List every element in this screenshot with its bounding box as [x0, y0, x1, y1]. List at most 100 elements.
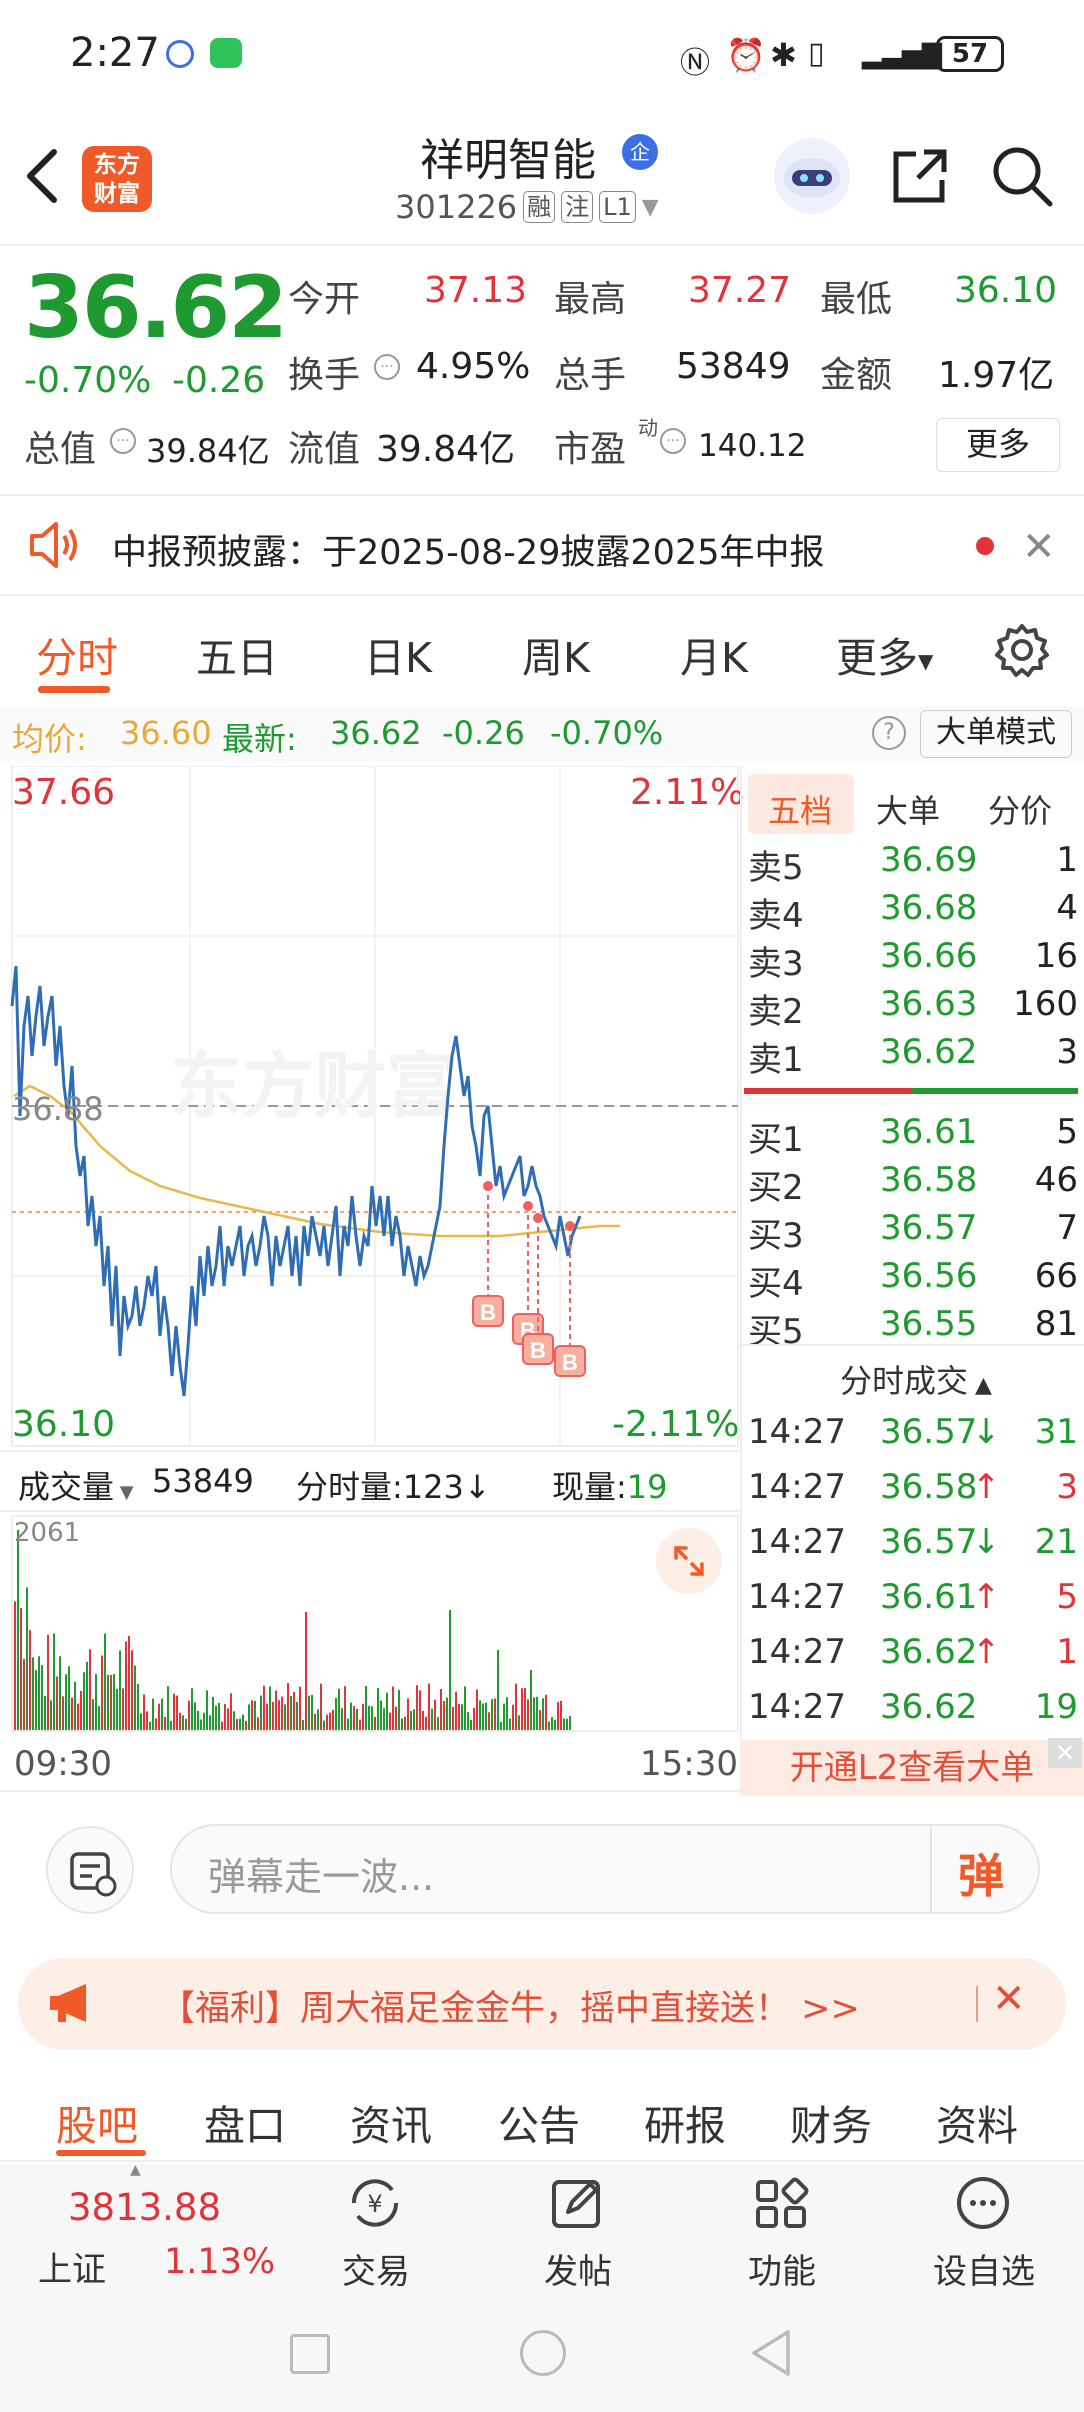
ask-row[interactable]: 卖3 36.66 16: [748, 936, 1078, 984]
nav-post[interactable]: 发帖: [508, 2244, 648, 2293]
ob-tab-price-dist[interactable]: 分价: [988, 786, 1052, 832]
nav-trade[interactable]: 交易: [306, 2244, 446, 2293]
tab-research[interactable]: 研报: [644, 2092, 726, 2152]
tab-more[interactable]: 更多▼: [836, 624, 933, 684]
volume-bar: [500, 1721, 502, 1730]
tab-daily-k[interactable]: 日K: [364, 624, 432, 684]
tab-5day[interactable]: 五日: [196, 624, 278, 684]
tab-intraday[interactable]: 分时: [36, 624, 118, 684]
tab-announcements[interactable]: 公告: [498, 2092, 580, 2152]
ask-row[interactable]: 卖1 36.62 3: [748, 1032, 1078, 1080]
danmaku-send-button[interactable]: 弹: [958, 1840, 1004, 1906]
search-icon[interactable]: [990, 144, 1054, 208]
info-icon[interactable]: ···: [374, 354, 400, 380]
danmaku-settings-icon[interactable]: [46, 1826, 134, 1914]
ob-tab-five-level[interactable]: 五档: [768, 786, 832, 832]
volume-bar: [83, 1672, 85, 1730]
home-button[interactable]: [520, 2330, 566, 2376]
l2-upgrade-banner[interactable]: 开通L2查看大单: [740, 1740, 1084, 1796]
promo-text: 【福利】周大福足金金牛，摇中直接送！ >>: [160, 1989, 860, 2029]
ob-tab-big-order[interactable]: 大单: [876, 786, 940, 832]
trade-quantity: 3: [1056, 1467, 1078, 1507]
help-icon[interactable]: ?: [872, 716, 906, 750]
recents-button[interactable]: [290, 2334, 330, 2374]
volume-bar: [179, 1712, 181, 1730]
volume-bar: [569, 1716, 571, 1730]
volume-bar: [170, 1721, 172, 1730]
tab-financials[interactable]: 财务: [790, 2092, 872, 2152]
back-nav-button[interactable]: [748, 2328, 792, 2378]
ask-row[interactable]: 卖2 36.63 160: [748, 984, 1078, 1032]
volume-bar: [335, 1698, 337, 1730]
trade-icon[interactable]: ¥: [342, 2170, 408, 2236]
nav-watchlist[interactable]: 设自选: [914, 2244, 1054, 2293]
bid-level-label: 买3: [748, 1216, 804, 1256]
robot-assistant-icon[interactable]: [774, 138, 850, 214]
tab-forum[interactable]: 股吧: [56, 2092, 138, 2152]
trades-header[interactable]: 分时成交 ▲: [840, 1356, 992, 1402]
add-watchlist-icon[interactable]: [950, 2170, 1016, 2236]
change-abs: -0.26: [172, 360, 266, 401]
trade-time: 14:27: [748, 1522, 846, 1562]
volume-bar: [365, 1685, 367, 1730]
ask-level-label: 卖5: [748, 848, 804, 888]
tab-market-depth[interactable]: 盘口: [204, 2092, 286, 2152]
tab-underline: [38, 686, 110, 693]
info-icon[interactable]: ···: [110, 428, 136, 454]
close-icon[interactable]: ✕: [992, 1976, 1026, 2022]
bid-row[interactable]: 买2 36.58 46: [748, 1160, 1078, 1208]
ask-level-label: 卖2: [748, 992, 804, 1032]
close-icon[interactable]: ✕: [1022, 524, 1056, 570]
volume-bar: [299, 1686, 301, 1730]
volume-bar: [110, 1674, 112, 1730]
volume-bar: [206, 1690, 208, 1730]
volume-selector[interactable]: 成交量 ▼: [18, 1462, 134, 1508]
volume-bar: [218, 1702, 220, 1730]
vibrate-icon: ▯: [808, 36, 825, 71]
volume-bar: [77, 1703, 79, 1730]
volume-bar: [473, 1708, 475, 1730]
nav-functions[interactable]: 功能: [712, 2244, 852, 2293]
back-button[interactable]: [22, 146, 62, 206]
volume-bar: [482, 1703, 484, 1730]
avg-label: 均价:: [12, 720, 87, 758]
expand-icon[interactable]: [656, 1528, 722, 1594]
more-quote-button[interactable]: 更多: [936, 418, 1060, 472]
index-name: 上证: [38, 2250, 106, 2290]
volume-bar: [50, 1700, 52, 1730]
volume-bar: [302, 1719, 304, 1730]
watermark: 东方财富: [170, 1047, 458, 1127]
wechat-icon: [210, 38, 242, 68]
settings-gear-icon[interactable]: [994, 622, 1050, 678]
volume-bar: [215, 1705, 217, 1730]
bid-quantity: 66: [1034, 1256, 1078, 1296]
intraday-chart[interactable]: 东方财富 BBBB: [0, 766, 740, 1796]
tab-news[interactable]: 资讯: [350, 2092, 432, 2152]
tab-monthly-k[interactable]: 月K: [680, 624, 748, 684]
tab-weekly-k[interactable]: 周K: [522, 624, 590, 684]
bid-row[interactable]: 买3 36.57 7: [748, 1208, 1078, 1256]
post-icon[interactable]: [544, 2170, 610, 2236]
ask-row[interactable]: 卖5 36.69 1: [748, 840, 1078, 888]
volume-bar: [203, 1712, 205, 1730]
big-order-mode-button[interactable]: 大单模式: [920, 710, 1072, 758]
volume-bar: [59, 1656, 61, 1730]
chevron-down-icon[interactable]: ▼: [642, 195, 659, 220]
tab-profile[interactable]: 资料: [936, 2092, 1018, 2152]
volume-bar: [356, 1708, 358, 1730]
close-icon[interactable]: ✕: [1048, 1738, 1082, 1768]
volume-bar: [53, 1633, 55, 1730]
battery-icon: 57: [936, 36, 1004, 72]
buy-marker-dot: [565, 1221, 575, 1231]
ask-row[interactable]: 卖4 36.68 4: [748, 888, 1078, 936]
bid-quantity: 5: [1056, 1112, 1078, 1152]
volume-max: 2061: [14, 1518, 81, 1548]
info-icon[interactable]: ···: [660, 428, 686, 454]
bid-row[interactable]: 买4 36.56 66: [748, 1256, 1078, 1304]
volume-bar: [344, 1686, 346, 1730]
functions-icon[interactable]: [748, 2170, 814, 2236]
bid-row[interactable]: 买1 36.61 5: [748, 1112, 1078, 1160]
share-icon[interactable]: [888, 144, 952, 208]
volume-bar: [119, 1650, 121, 1730]
volume-bar: [413, 1709, 415, 1730]
